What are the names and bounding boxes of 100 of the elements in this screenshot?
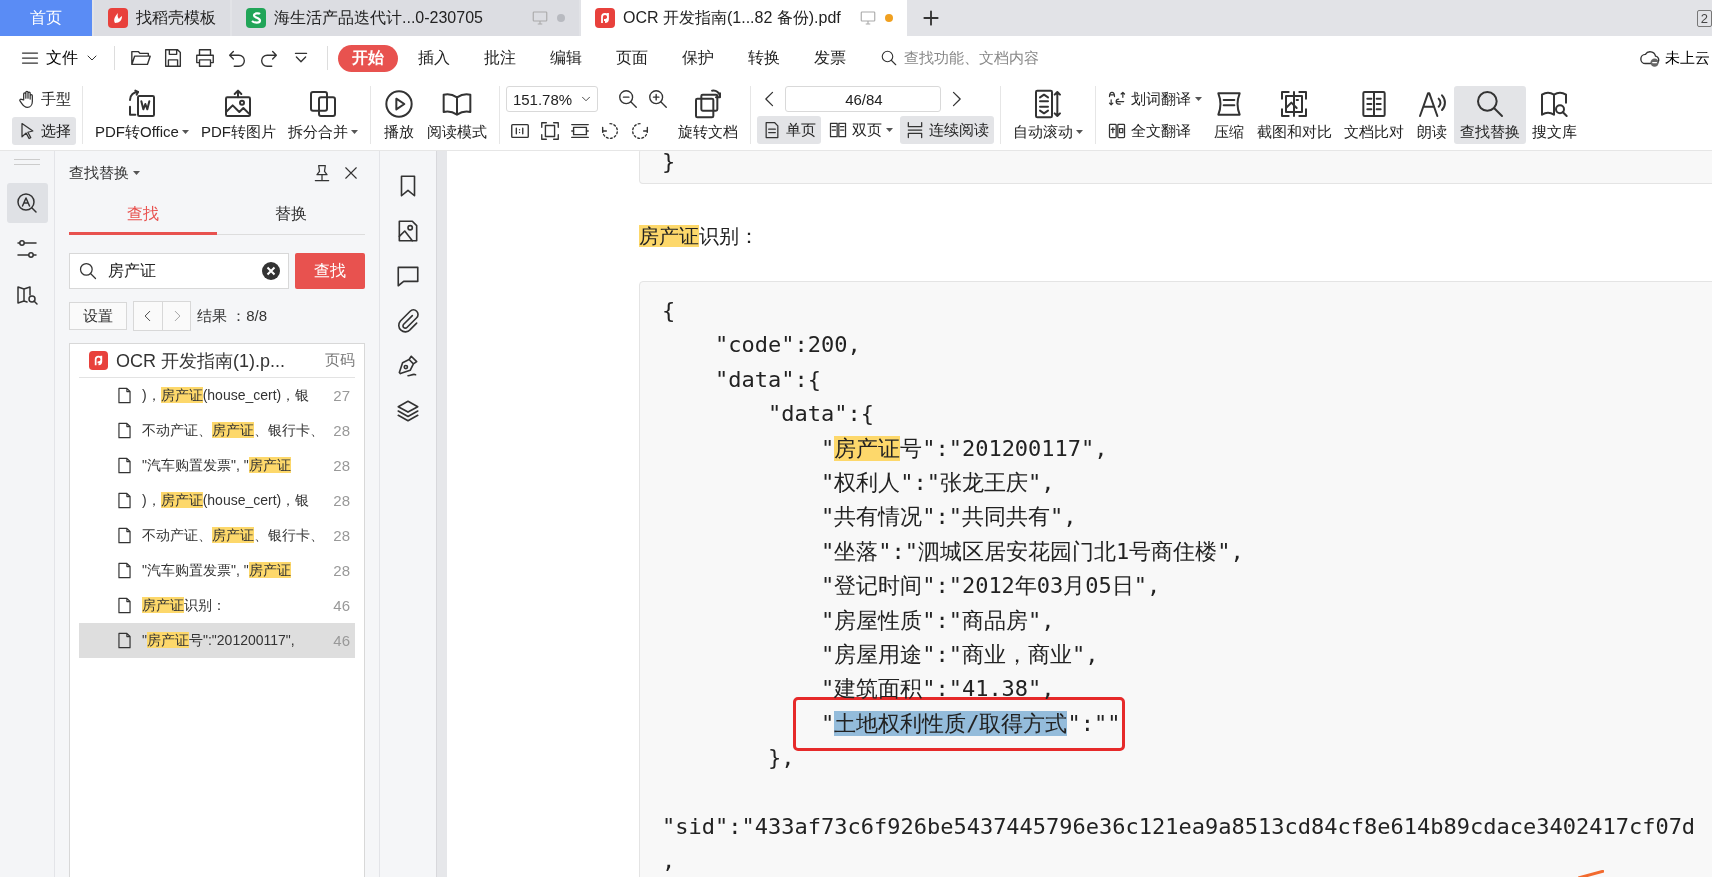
document-icon <box>115 421 134 440</box>
pointer-mode-button[interactable]: 手型 <box>12 85 76 113</box>
caret-icon <box>181 130 189 135</box>
page-field[interactable]: 46/84 <box>784 86 941 112</box>
view-mode-button[interactable]: 连续阅读 <box>899 116 994 144</box>
caret-icon <box>1194 96 1202 102</box>
document-icon <box>115 596 134 615</box>
translate-button[interactable]: 划词翻译 <box>1101 85 1207 113</box>
code-line: "建筑面积":"41.38", <box>820 675 1055 704</box>
file-name: OCR 开发指南(1).p... <box>116 349 285 373</box>
search-result[interactable]: "汽车购置发票", "房产证 28 <box>79 448 355 483</box>
search-result[interactable]: 房产证识别： 46 <box>79 588 355 623</box>
result-text: "汽车购置发票", "房产证 <box>142 561 292 580</box>
code-line: "code":200, <box>714 331 861 360</box>
menu-tab[interactable]: 保护 <box>668 44 728 72</box>
play-icon <box>382 88 415 120</box>
document-icon <box>115 456 134 475</box>
code-line: "共有情况":"共同共有", <box>820 503 1077 532</box>
caret-icon <box>885 127 893 133</box>
code-line: "房屋性质":"商品房", <box>820 606 1055 635</box>
menu-tab[interactable]: 批注 <box>470 44 530 72</box>
tool-button[interactable]: 朗读 <box>1409 86 1454 144</box>
file-menu[interactable]: 文件 <box>16 47 104 69</box>
view-mode-button[interactable]: 双页 <box>822 116 898 144</box>
book-search-icon <box>15 283 39 307</box>
panel-tab[interactable]: 替换 <box>217 197 365 235</box>
page-number: 28 <box>333 492 350 509</box>
code-line: "房屋用途":"商业，商业", <box>820 641 1099 670</box>
monitor-icon <box>530 9 549 27</box>
zoom-in-icon <box>646 88 669 110</box>
cloud-status[interactable]: 未上云 <box>1639 47 1712 69</box>
code-line: "权利人":"张龙王庆", <box>820 469 1055 498</box>
auto-scroll-button[interactable]: 自动滚动 <box>1006 86 1089 144</box>
menu-tab[interactable]: 转换 <box>734 44 794 72</box>
monitor-icon <box>858 9 877 27</box>
zoom-out-icon <box>616 88 639 110</box>
convert-button[interactable]: 拆分合并 <box>281 86 364 144</box>
code-line: "坐落":"泗城区居安花园门北1号商住楼", <box>820 537 1244 566</box>
result-count: 结果 ：8/8 <box>197 306 268 326</box>
tool-button[interactable]: 查找替换 <box>1453 86 1526 144</box>
reading-button[interactable]: 播放 <box>376 86 421 144</box>
paperclip-icon <box>395 308 421 334</box>
menu-tab[interactable]: 插入 <box>404 44 464 72</box>
document-icon <box>115 526 134 545</box>
rotate-button[interactable]: 旋转文档 <box>671 86 744 144</box>
search-icon <box>78 261 98 281</box>
window-count[interactable]: 2 <box>1696 9 1712 27</box>
caret-icon <box>1075 130 1083 135</box>
page-number: 27 <box>333 387 350 404</box>
page-number: 28 <box>333 562 350 579</box>
code-line: { <box>662 297 676 325</box>
double-page-icon <box>827 120 848 140</box>
clear-icon[interactable] <box>262 262 280 280</box>
menu-tab[interactable]: 编辑 <box>536 44 596 72</box>
search-result[interactable]: "汽车购置发票", "房产证 28 <box>79 553 355 588</box>
tool-button[interactable]: 压缩 <box>1206 86 1251 144</box>
caret-icon <box>350 130 358 135</box>
translate-button[interactable]: 全文翻译 <box>1101 117 1207 145</box>
convert-button[interactable]: PDF转Office <box>89 86 195 144</box>
code-line: "登记时间":"2012年03月05日", <box>820 572 1161 601</box>
page-number: 28 <box>333 422 350 439</box>
reading-button[interactable]: 阅读模式 <box>420 86 493 144</box>
menu-tab[interactable]: 发票 <box>800 44 860 72</box>
close-icon <box>342 164 360 182</box>
code-line: "data":{ <box>767 400 874 429</box>
document-tab[interactable]: OCR 开发指南(1...82 备份).pdf <box>580 0 907 36</box>
result-text: "汽车购置发票", "房产证 <box>142 456 292 475</box>
search-field[interactable]: 查找功能、文档内容 <box>880 48 1039 68</box>
panel-title-menu[interactable]: 查找替换 <box>69 163 140 183</box>
section-heading: 房产证识别： <box>639 224 760 249</box>
search-icon <box>880 49 898 67</box>
convert-button[interactable]: PDF转图片 <box>194 86 282 144</box>
code-line: , <box>662 847 676 876</box>
app-logo-icon <box>246 8 266 28</box>
panel-toggle-button[interactable] <box>6 183 48 223</box>
save-icon <box>162 47 184 69</box>
document-icon <box>115 631 134 650</box>
layers-icon <box>395 398 421 424</box>
result-text: 房产证识别： <box>142 596 227 615</box>
search-result[interactable]: 不动产证、房产证、银行卡、 28 <box>79 413 355 448</box>
sliders-icon <box>15 237 39 261</box>
find-text-icon <box>15 191 39 215</box>
find-button[interactable]: 查找 <box>295 253 365 289</box>
settings-button[interactable]: 设置 <box>69 302 127 330</box>
view-mode-button[interactable]: 单页 <box>756 116 821 144</box>
fit-page-icon <box>538 120 561 142</box>
pointer-mode-button[interactable]: 选择 <box>12 117 76 145</box>
document-tab[interactable]: 海生活产品迭代计...0-230705 <box>232 0 579 36</box>
document-tab[interactable]: 找稻壳模板 <box>94 0 230 36</box>
tool-button[interactable]: 截图和对比 <box>1250 86 1338 144</box>
print-icon <box>194 47 216 69</box>
menu-tab[interactable]: 页面 <box>602 44 662 72</box>
pdf-icon <box>89 351 108 370</box>
menu-tab[interactable]: 开始 <box>338 44 398 72</box>
tool-button[interactable]: 文档比对 <box>1337 86 1410 144</box>
zoom-field[interactable]: 151.78% <box>505 86 598 112</box>
tool-button[interactable]: 搜文库 <box>1525 86 1583 144</box>
search-result[interactable]: 不动产证、房产证、银行卡、 28 <box>79 518 355 553</box>
search-input[interactable]: 房产证 <box>69 253 289 289</box>
page-number: 46 <box>333 597 350 614</box>
